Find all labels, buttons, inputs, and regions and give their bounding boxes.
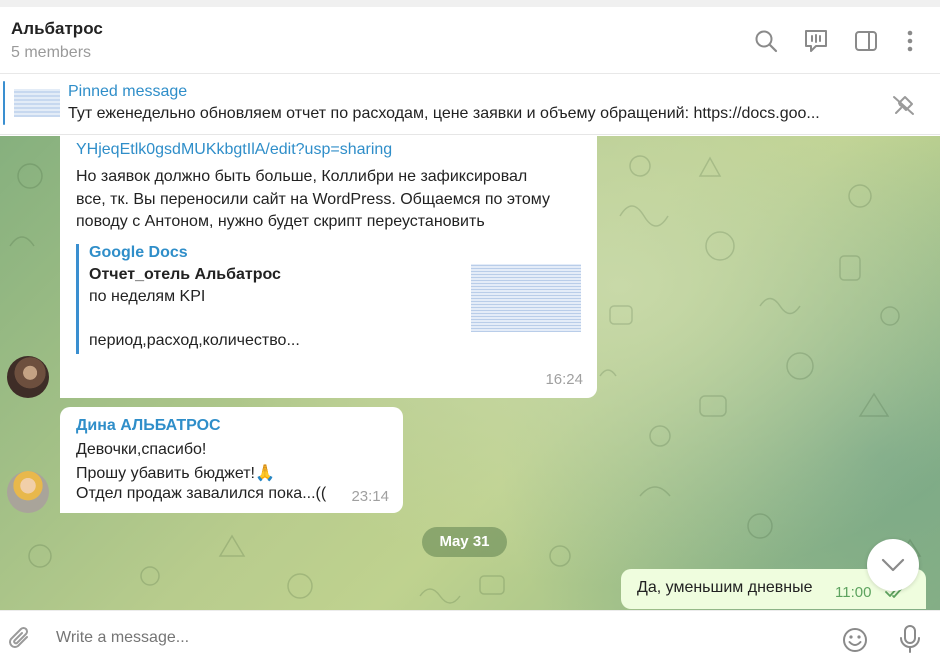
message-text: Да, уменьшим дневные — [637, 579, 813, 596]
message-text-line: Но заявок должно быть больше, Коллибри н… — [76, 168, 528, 185]
pinned-message-bar[interactable]: Pinned message Тут еженедельно обновляем… — [0, 75, 940, 135]
message-text-line: все, тк. Вы переносили сайт на WordPress… — [76, 190, 550, 208]
pinned-thumbnail — [14, 89, 60, 117]
message-text: Но заявок должно быть больше, Коллибри н… — [76, 166, 586, 234]
pinned-accent-bar — [3, 81, 5, 125]
search-icon[interactable] — [752, 27, 780, 55]
chat-header: Альбатрос 5 members — [0, 7, 940, 74]
message-text-line: Девочки,спасибо! — [76, 441, 207, 458]
pinned-text: Тут еженедельно обновляем отчет по расхо… — [68, 105, 820, 122]
message-time: 23:14 — [351, 488, 389, 505]
paperclip-icon[interactable] — [7, 625, 33, 653]
chevron-down-icon — [881, 558, 905, 572]
message-bubble-incoming[interactable]: YHjeqEtlk0gsdMUKkbgtIlA/edit?usp=sharing… — [60, 136, 597, 398]
microphone-icon[interactable] — [898, 624, 922, 654]
message-time: 11:00 — [835, 584, 872, 601]
window-top-strip — [0, 0, 940, 7]
sidebar-toggle-icon[interactable] — [852, 27, 880, 55]
date-separator: May 31 — [422, 527, 507, 557]
message-text-line: Отдел продаж завалился пока...(( — [76, 485, 327, 502]
chat-area[interactable]: YHjeqEtlk0gsdMUKkbgtIlA/edit?usp=sharing… — [0, 136, 940, 610]
sender-name[interactable]: Дина АЛЬБАТРОС — [76, 417, 221, 435]
message-time: 16:24 — [545, 371, 583, 388]
link-preview-description: период,расход,количество... — [89, 332, 300, 349]
chat-title[interactable]: Альбатрос — [11, 19, 103, 39]
message-input[interactable] — [56, 629, 756, 647]
link-preview[interactable]: Google Docs Отчет_отель Альбатрос по нед… — [76, 244, 586, 354]
avatar[interactable] — [7, 356, 49, 398]
message-link[interactable]: YHjeqEtlk0gsdMUKkbgtIlA/edit?usp=sharing — [76, 141, 392, 159]
message-composer — [0, 610, 940, 666]
member-count[interactable]: 5 members — [11, 44, 91, 62]
link-preview-title: Отчет_отель Альбатрос — [89, 266, 281, 283]
message-text-line: поводу с Антоном, нужно будет скрипт пер… — [76, 213, 485, 230]
scroll-to-bottom-button[interactable] — [867, 539, 919, 591]
video-chat-icon[interactable] — [802, 27, 830, 55]
pinned-label: Pinned message — [68, 83, 188, 100]
message-bubble-incoming[interactable]: Дина АЛЬБАТРОС Девочки,спасибо! Прошу уб… — [60, 407, 403, 513]
link-preview-site: Google Docs — [89, 244, 188, 261]
unpin-icon[interactable] — [890, 93, 916, 117]
message-text-line: Прошу убавить бюджет!🙏 — [76, 465, 275, 482]
link-preview-thumbnail[interactable] — [471, 264, 581, 332]
more-vertical-icon[interactable] — [896, 27, 924, 55]
avatar[interactable] — [7, 471, 49, 513]
link-preview-description: по неделям KPI — [89, 288, 206, 305]
emoji-icon[interactable] — [841, 626, 869, 654]
